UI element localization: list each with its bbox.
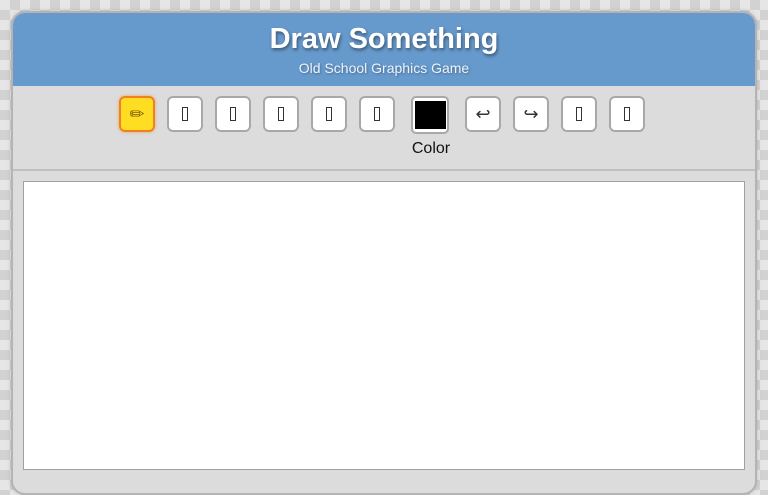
- undo-icon: ↩: [475, 103, 491, 125]
- redo-button[interactable]: ↪: [513, 96, 549, 132]
- drawing-canvas[interactable]: [23, 181, 745, 470]
- tool-button-4[interactable]: [263, 96, 299, 132]
- tool-icon: [230, 107, 236, 121]
- tool-icon: [374, 107, 380, 121]
- pencil-tool-button[interactable]: ✏: [119, 96, 155, 132]
- toolbar: ✏ Color ↩ ↪: [13, 86, 755, 171]
- redo-icon: ↪: [523, 103, 539, 125]
- tool-icon: [278, 107, 284, 121]
- header-bar: Draw Something Old School Graphics Game: [13, 13, 755, 86]
- tool-icon: [624, 107, 630, 121]
- tool-button-3[interactable]: [215, 96, 251, 132]
- undo-button[interactable]: ↩: [465, 96, 501, 132]
- tool-button-6[interactable]: [359, 96, 395, 132]
- pencil-icon: ✏: [129, 103, 145, 125]
- tool-button-9[interactable]: [561, 96, 597, 132]
- color-picker-button[interactable]: [411, 96, 449, 134]
- tool-icon: [326, 107, 332, 121]
- app-title: Draw Something: [269, 23, 499, 55]
- tool-icon: [576, 107, 582, 121]
- tool-icon: [182, 107, 188, 121]
- color-label: Color: [411, 140, 451, 157]
- tool-button-10[interactable]: [609, 96, 645, 132]
- tool-button-2[interactable]: [167, 96, 203, 132]
- tool-button-5[interactable]: [311, 96, 347, 132]
- color-swatch: [414, 101, 446, 129]
- app-window: Draw Something Old School Graphics Game …: [11, 11, 757, 495]
- app-subtitle: Old School Graphics Game: [298, 60, 470, 76]
